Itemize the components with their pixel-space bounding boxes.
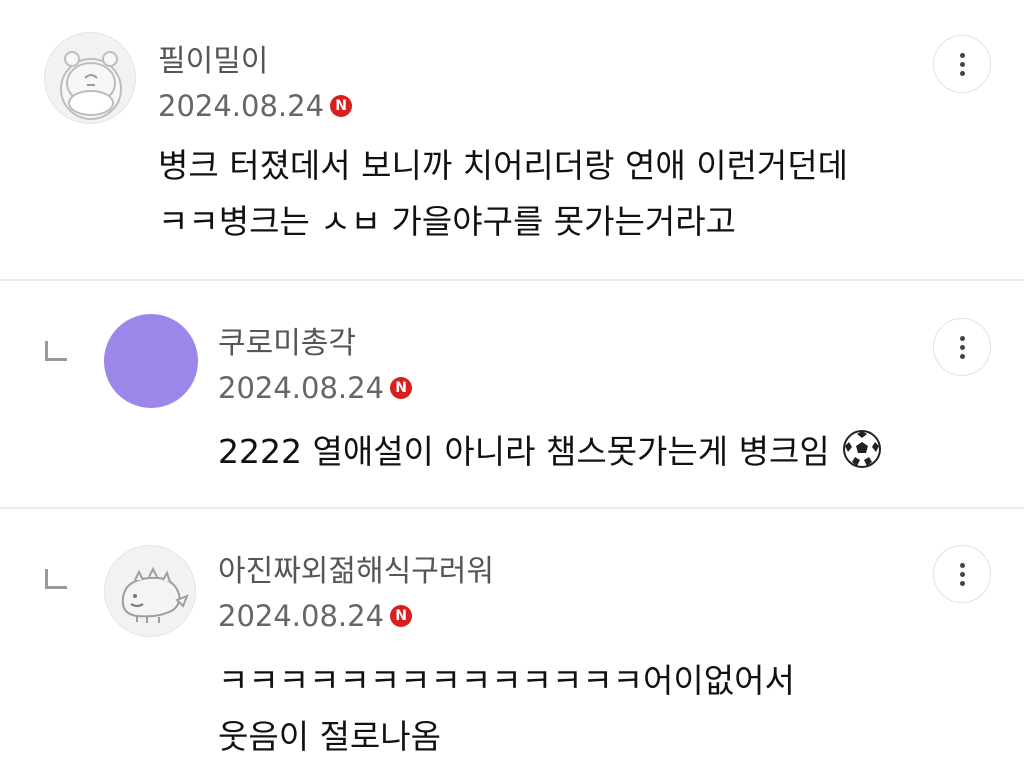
avatar[interactable] [104, 545, 196, 637]
creature-avatar-icon [121, 566, 189, 623]
comment-line: 웃음이 절로나옴 [218, 717, 442, 756]
more-icon-dot [959, 344, 965, 350]
comment-line: ㅋㅋ병크는 ㅅㅂ 가을야구를 못가는거라고 [158, 202, 736, 241]
reply-arrow-icon [45, 341, 67, 361]
new-badge: N [390, 605, 413, 627]
more-options-button[interactable] [933, 545, 991, 603]
comment-body: ㅋㅋㅋㅋㅋㅋㅋㅋㅋㅋㅋㅋㅋㅋ어이없어서 웃음이 절로나옴 [218, 653, 795, 765]
more-options-button[interactable] [933, 35, 991, 93]
more-icon-dot [959, 353, 965, 359]
more-icon-dot [959, 335, 965, 341]
comment-author[interactable]: 아진짜외젊해식구러워 [218, 554, 494, 590]
soccer-ball-icon [843, 430, 882, 468]
reply-comment-item: 쿠로미총각 2024.08.24 N 2222 열애설이 아니라 챔스못가는게 … [0, 281, 1024, 509]
more-icon-dot [959, 70, 965, 76]
comment-line: ㅋㅋㅋㅋㅋㅋㅋㅋㅋㅋㅋㅋㅋㅋ어이없어서 [218, 661, 795, 700]
comment-date-text: 2024.08.24 [158, 89, 325, 123]
reply-comment-item: 아진짜외젊해식구러워 2024.08.24 N ㅋㅋㅋㅋㅋㅋㅋㅋㅋㅋㅋㅋㅋㅋ어이… [0, 509, 1024, 783]
more-icon-dot [959, 61, 965, 67]
more-icon-dot [959, 562, 965, 568]
comment-date: 2024.08.24 N [218, 599, 413, 633]
new-badge: N [330, 95, 353, 117]
comment-line: 2222 열애설이 아니라 챔스못가는게 병크임 [218, 432, 830, 471]
more-icon-dot [959, 571, 965, 577]
comment-author[interactable]: 쿠로미총각 [218, 326, 356, 362]
comment-date: 2024.08.24 N [158, 89, 353, 123]
hippo-avatar-icon [60, 51, 122, 120]
more-options-button[interactable] [933, 318, 991, 376]
more-icon-dot [959, 580, 965, 586]
reply-arrow-icon [45, 569, 67, 589]
comment-date: 2024.08.24 N [218, 371, 413, 405]
comment-item: 필이밀이 2024.08.24 N 병크 터졌데서 보니까 치어리더랑 연애 이… [0, 0, 1024, 281]
comment-body: 2222 열애설이 아니라 챔스못가는게 병크임 [218, 424, 882, 480]
comment-body: 병크 터졌데서 보니까 치어리더랑 연애 이런거던데 ㅋㅋ병크는 ㅅㅂ 가을야구… [158, 138, 848, 250]
more-icon-dot [959, 52, 965, 58]
comment-date-text: 2024.08.24 [218, 371, 385, 405]
comment-date-text: 2024.08.24 [218, 599, 385, 633]
new-badge: N [390, 377, 413, 399]
avatar[interactable] [104, 314, 198, 408]
comment-author[interactable]: 필이밀이 [158, 44, 268, 80]
avatar[interactable] [44, 32, 136, 124]
comment-line: 병크 터졌데서 보니까 치어리더랑 연애 이런거던데 [158, 146, 849, 185]
